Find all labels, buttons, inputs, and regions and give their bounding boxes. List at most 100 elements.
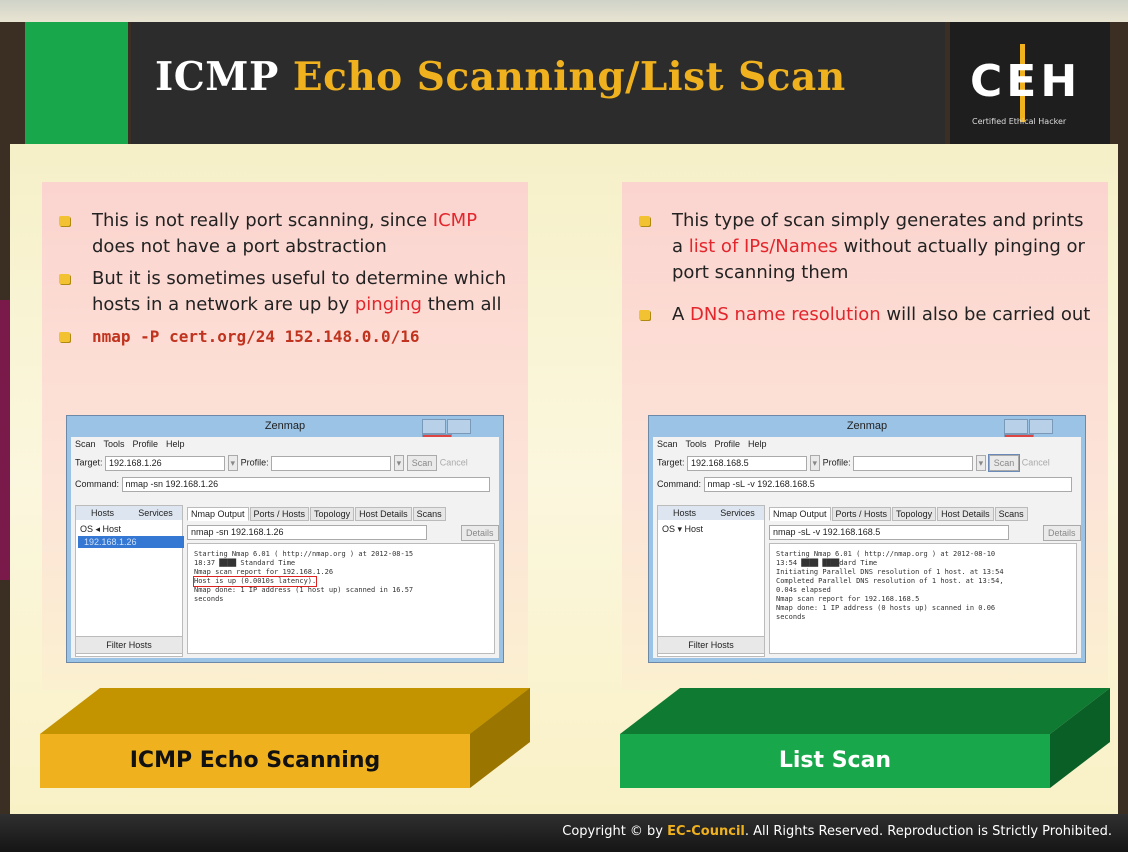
output-line: seconds (776, 613, 806, 621)
target-input[interactable]: 192.168.168.5 (687, 455, 808, 471)
output-tabs: Nmap Output Ports / Hosts Topology Host Det… (187, 507, 447, 521)
hosts-pane: Hosts Services OS ◂ Host 192.168.1.26 (75, 505, 184, 657)
menu-help[interactable]: Help (748, 439, 767, 449)
details-button[interactable]: Details (1043, 525, 1081, 541)
cancel-button[interactable]: Cancel (440, 457, 468, 467)
menu-scan[interactable]: Scan (657, 439, 678, 449)
tab-hosts[interactable]: Hosts (658, 506, 711, 520)
target-row: Target: 192.168.168.5 ▾ Profile: ▾ Scan … (657, 454, 1050, 472)
tab-host-details[interactable]: Host Details (355, 507, 412, 521)
tab-topology[interactable]: Topology (892, 507, 937, 521)
command-input[interactable]: nmap -sn 192.168.1.26 (121, 477, 490, 492)
output-line: Nmap scan report for 192.168.1.26 (194, 568, 334, 576)
details-button[interactable]: Details (461, 525, 499, 541)
tab-nmap-output[interactable]: Nmap Output (769, 507, 831, 521)
bullet-highlight: pinging (354, 294, 422, 315)
copyright-pre: Copyright © by (562, 824, 668, 839)
menu-help[interactable]: Help (166, 439, 185, 449)
command-row: Command: nmap -sn 192.168.1.26 (75, 477, 490, 492)
tab-ports-hosts[interactable]: Ports / Hosts (831, 507, 892, 521)
target-label: Target: (657, 457, 685, 468)
tab-scans[interactable]: Scans (412, 507, 446, 521)
target-input[interactable]: 192.168.1.26 (105, 455, 226, 471)
window-controls (421, 419, 497, 449)
page-title: ICMP Echo Scanning/List Scan (155, 54, 846, 100)
zenmap-window-left: Zenmap Scan Tools Profile Help Target: 192.… (66, 415, 504, 663)
profile-label: Profile: (822, 457, 851, 468)
tab-hosts[interactable]: Hosts (76, 506, 129, 520)
output-command-select[interactable]: nmap -sL -v 192.168.168.5 (769, 525, 1009, 540)
profile-select[interactable] (853, 455, 974, 471)
right-bullet-list: This type of scan simply generates and p… (639, 208, 1092, 334)
bullet-icon (59, 332, 70, 342)
output-line: Nmap done: 1 IP address (0 hosts up) sca… (776, 604, 996, 612)
cancel-button[interactable]: Cancel (1022, 457, 1050, 467)
slide: ICMP Echo Scanning/List Scan CEH Certifi… (0, 0, 1128, 852)
hosts-pane: Hosts Services OS ▾ Host (657, 505, 765, 657)
bullet-text: This is not really port scanning, since (92, 210, 433, 231)
left-bullet-3: nmap -P cert.org/24 152.148.0.0/16 (59, 324, 512, 350)
profile-label: Profile: (240, 457, 269, 468)
details-label: Details (1043, 525, 1081, 541)
maximize-icon[interactable] (1029, 419, 1053, 434)
label-block-top (620, 688, 1110, 734)
output-line: Nmap done: 1 IP address (1 host up) scan… (194, 586, 414, 594)
label-block-left: ICMP Echo Scanning (40, 688, 530, 788)
output-line: 13:54 ████ ████dard Time (776, 559, 878, 567)
output-line-highlighted: Host is up (0.0010s latency). (192, 576, 318, 587)
command-input[interactable]: nmap -sL -v 192.168.168.5 (703, 477, 1072, 492)
hosts-column-header[interactable]: OS ▾ Host (662, 524, 703, 535)
side-mark (0, 300, 10, 580)
command-row: Command: nmap -sL -v 192.168.168.5 (657, 477, 1072, 492)
bullet-text: A (672, 304, 691, 325)
scan-button[interactable]: Scan (406, 455, 438, 471)
green-accent-block (25, 22, 128, 144)
details-label: Details (461, 525, 499, 541)
filter-hosts-button[interactable]: Filter Hosts (75, 636, 183, 654)
menu-tools[interactable]: Tools (686, 439, 707, 449)
output-line: seconds (194, 595, 224, 603)
output-line: Starting Nmap 6.01 ( http://nmap.org ) a… (194, 550, 414, 558)
window-body: Scan Tools Profile Help Target: 192.168.168… (653, 437, 1081, 658)
minimize-icon[interactable] (422, 419, 446, 434)
tab-services[interactable]: Services (129, 506, 182, 520)
right-bullet-1: This type of scan simply generates and p… (639, 208, 1092, 286)
minimize-icon[interactable] (1004, 419, 1028, 434)
tab-services[interactable]: Services (711, 506, 764, 520)
target-label: Target: (75, 457, 103, 468)
chevron-down-icon[interactable]: ▾ (227, 455, 239, 471)
tab-nmap-output[interactable]: Nmap Output (187, 507, 249, 521)
menu-scan[interactable]: Scan (75, 439, 96, 449)
host-list-item[interactable]: 192.168.1.26 (78, 536, 184, 548)
filter-hosts-button[interactable]: Filter Hosts (657, 636, 765, 654)
hosts-column-header[interactable]: OS ◂ Host (80, 524, 121, 535)
maximize-icon[interactable] (447, 419, 471, 434)
menu-profile[interactable]: Profile (133, 439, 159, 449)
scan-button[interactable]: Scan (987, 454, 1021, 472)
chevron-down-icon[interactable]: ▾ (809, 455, 821, 471)
tab-scans[interactable]: Scans (994, 507, 1028, 521)
output-line: Starting Nmap 6.01 ( http://nmap.org ) a… (776, 550, 996, 558)
bullet-highlight: DNS name resolution (690, 304, 881, 325)
output-line: Nmap scan report for 192.168.168.5 (776, 595, 920, 603)
menu-tools[interactable]: Tools (104, 439, 125, 449)
menu-profile[interactable]: Profile (715, 439, 741, 449)
tab-host-details[interactable]: Host Details (937, 507, 994, 521)
bullet-icon (639, 310, 650, 320)
bullet-highlight: list of IPs/Names (688, 236, 838, 257)
output-command-select[interactable]: nmap -sn 192.168.1.26 (187, 525, 427, 540)
chevron-down-icon[interactable]: ▾ (975, 455, 987, 471)
tab-topology[interactable]: Topology (310, 507, 355, 521)
chevron-down-icon[interactable]: ▾ (393, 455, 405, 471)
copyright-post: . All Rights Reserved. Reproduction is S… (744, 824, 1112, 839)
ceh-logo: CEH Certified Ethical Hacker (950, 22, 1110, 144)
output-line: Completed Parallel DNS resolution of 1 h… (776, 577, 1004, 585)
menu-bar: Scan Tools Profile Help (75, 439, 193, 449)
copyright-text: Copyright © by EC-Council. All Rights Re… (562, 824, 1112, 839)
profile-select[interactable] (271, 455, 392, 471)
bullet-text: will also be carried out (880, 304, 1091, 325)
tab-ports-hosts[interactable]: Ports / Hosts (249, 507, 310, 521)
nmap-output-text: Starting Nmap 6.01 ( http://nmap.org ) a… (187, 543, 495, 654)
bullet-text: does not have a port abstraction (92, 236, 387, 257)
ceh-logo-letters: CEH (970, 56, 1082, 107)
